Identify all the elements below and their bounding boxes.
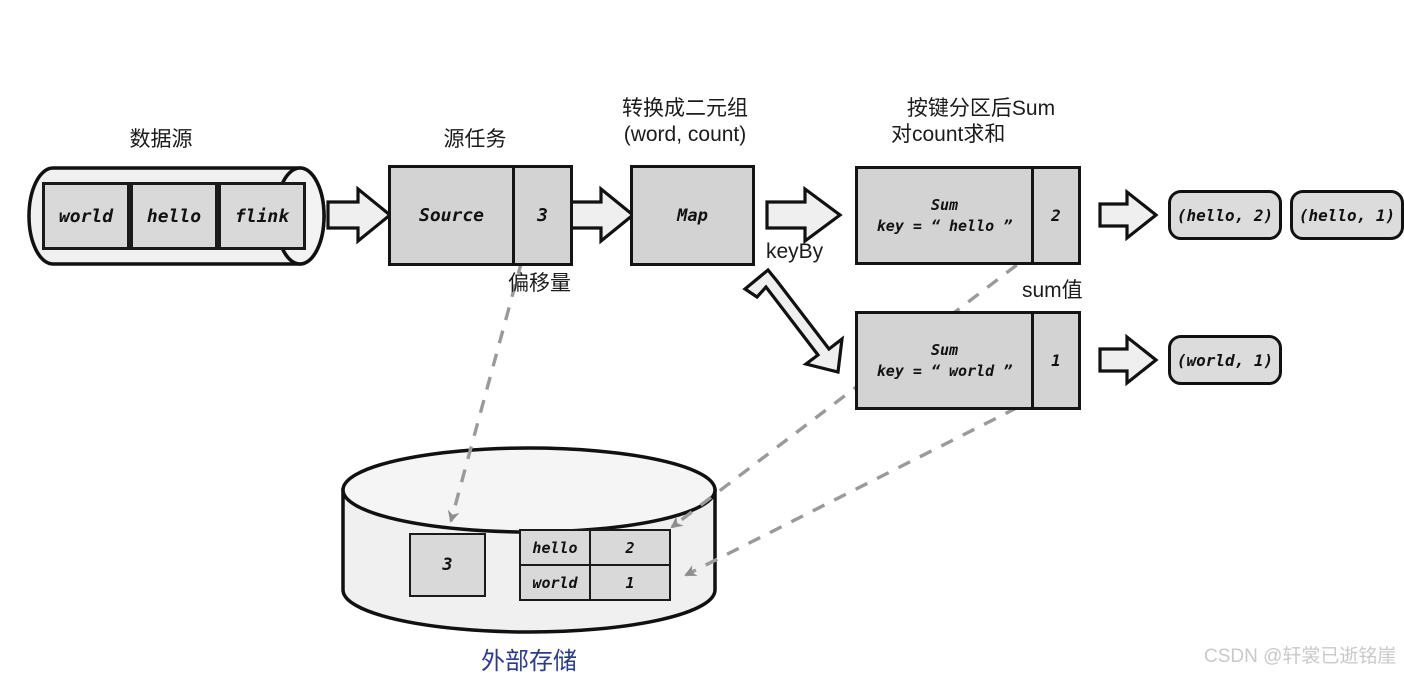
source-record-text: hello xyxy=(146,205,202,227)
sum-task-world-box: Sum key = “ world ” 1 xyxy=(855,311,1081,410)
sum-task-hello-key: key = “ hello ” xyxy=(876,217,1013,235)
watermark: CSDN @轩裳已逝铭崖 xyxy=(1204,646,1397,667)
arrow-sum-world-to-output xyxy=(1098,333,1159,387)
storage-table-key-cell: hello xyxy=(521,531,591,564)
output-pill-text: (world, 1) xyxy=(1176,350,1274,370)
label-map-task-line2: (word, count) xyxy=(623,123,747,146)
source-task-offset-value: 3 xyxy=(537,205,548,226)
source-task-box: Source 3 xyxy=(388,165,573,266)
storage-offset-cell: 3 xyxy=(409,533,486,597)
storage-table-key: hello xyxy=(532,538,578,557)
source-task-main: Source xyxy=(391,168,512,263)
dashed-link-sum-world-to-storage xyxy=(684,384,1061,577)
storage-table-value-cell: 1 xyxy=(591,566,669,599)
source-record-2: flink xyxy=(218,182,306,250)
storage-kv-table: hello 2 world 1 xyxy=(519,529,671,601)
arrow-map-to-sum-hello xyxy=(765,185,843,245)
source-task-label: Source xyxy=(418,205,485,226)
source-task-offset-cell: 3 xyxy=(515,168,570,263)
arrow-keyby-to-sum-world xyxy=(742,267,845,374)
sum-task-world-value-cell: 1 xyxy=(1034,314,1078,407)
storage-table-key-cell: world xyxy=(521,566,591,599)
sum-task-hello-main: Sum key = “ hello ” xyxy=(858,169,1031,262)
label-keyby: keyBy xyxy=(766,240,824,263)
storage-table-value-cell: 2 xyxy=(591,531,669,564)
map-task-label: Map xyxy=(677,205,708,226)
map-task-main: Map xyxy=(633,168,752,263)
label-sum-task-line1: 按键分区后Sum xyxy=(906,97,1056,120)
storage-table-value: 2 xyxy=(625,538,635,557)
arrow-sum-hello-to-output xyxy=(1098,188,1159,242)
source-record-1: hello xyxy=(130,182,218,250)
output-pill-world-1: (world, 1) xyxy=(1168,335,1282,385)
sum-task-hello-op: Sum xyxy=(930,196,959,214)
sum-task-hello-box: Sum key = “ hello ” 2 xyxy=(855,166,1081,265)
label-sum-task-line2: 对count求和 xyxy=(891,123,1006,146)
source-record-text: world xyxy=(58,205,114,227)
storage-table-row: hello 2 xyxy=(521,531,669,564)
label-source-task: 源任务 xyxy=(443,128,507,151)
output-pill-hello-2: (hello, 2) xyxy=(1168,190,1282,240)
diagram-canvas: 数据源 源任务 转换成二元组 (word, count) 按键分区后Sum 对c… xyxy=(0,0,1404,675)
output-pill-hello-1: (hello, 1) xyxy=(1290,190,1404,240)
source-record-0: world xyxy=(42,182,130,250)
sum-task-world-value: 1 xyxy=(1051,351,1061,370)
label-external-storage: 外部存储 xyxy=(481,648,577,675)
map-task-box: Map xyxy=(630,165,755,266)
storage-table-key: world xyxy=(532,573,578,592)
arrow-source-to-sourcetask xyxy=(326,185,393,245)
label-offset: 偏移量 xyxy=(508,272,571,295)
storage-offset-value: 3 xyxy=(442,555,453,575)
label-map-task-line1: 转换成二元组 xyxy=(622,97,748,120)
sum-task-hello-value: 2 xyxy=(1051,206,1061,225)
source-record-text: flink xyxy=(234,205,290,227)
arrow-sourcetask-to-map xyxy=(569,185,636,245)
sum-task-world-op: Sum xyxy=(930,341,959,359)
sum-task-hello-value-cell: 2 xyxy=(1034,169,1078,262)
label-sum-value: sum值 xyxy=(1022,279,1083,302)
storage-table-row: world 1 xyxy=(521,564,669,599)
storage-table-value: 1 xyxy=(625,573,635,592)
label-data-source: 数据源 xyxy=(129,128,193,151)
output-pill-text: (hello, 2) xyxy=(1176,205,1274,225)
sum-task-world-key: key = “ world ” xyxy=(876,362,1013,380)
output-pill-text: (hello, 1) xyxy=(1298,205,1396,225)
sum-task-world-main: Sum key = “ world ” xyxy=(858,314,1031,407)
